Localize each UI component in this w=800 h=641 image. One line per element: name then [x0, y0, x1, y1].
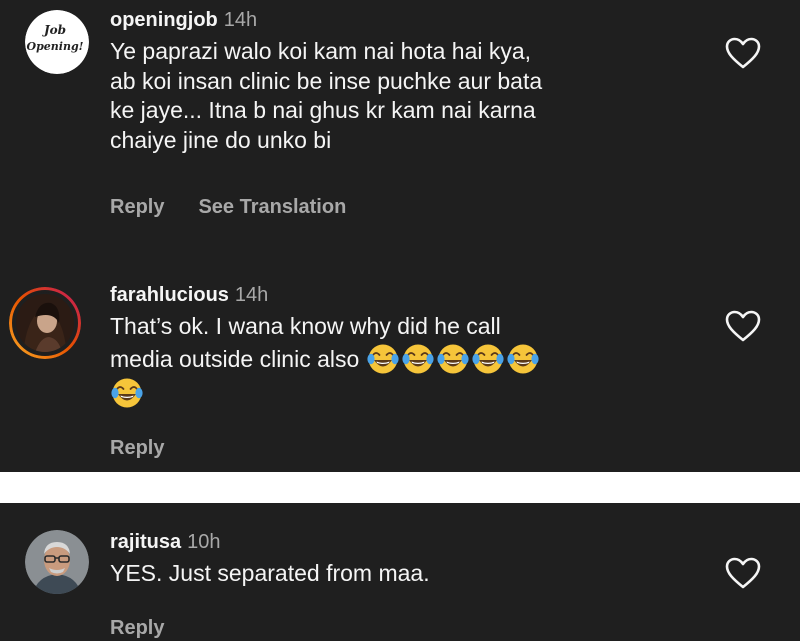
comment-actions: Reply [110, 617, 164, 640]
comment-rajitusa: rajitusa 10h YES. Just separated from maa… [110, 530, 700, 589]
avatar-logo-line-1: Job [42, 23, 66, 37]
avatar-logo-line-2: Opening! [27, 40, 84, 53]
avatar-farahlucious[interactable] [9, 287, 81, 359]
comment-line: That’s ok. I wana know why did he call [110, 313, 501, 339]
face-with-tears-of-joy-icon [471, 342, 505, 376]
timestamp: 14h [223, 9, 258, 31]
comment-line: Ye paprazi walo koi kam nai hota hai kya… [110, 38, 532, 64]
comment-meta: rajitusa 10h [110, 530, 700, 554]
comment-openingjob: openingjob 14h Ye paprazi walo koi kam na… [110, 8, 700, 155]
comment-line: YES. Just separated from maa. [110, 560, 430, 586]
face-with-tears-of-joy-icon [436, 342, 470, 376]
comment-meta: farahlucious 14h [110, 283, 700, 307]
comment-farahlucious: farahlucious 14h That’s ok. I wana know w… [110, 283, 700, 410]
reply-button[interactable]: Reply [110, 196, 164, 218]
reply-button[interactable]: Reply [110, 617, 164, 639]
comment-actions: Reply [110, 437, 164, 460]
timestamp: 10h [187, 531, 221, 553]
face-with-tears-of-joy-icon [366, 342, 400, 376]
username[interactable]: rajitusa [110, 531, 181, 553]
timestamp: 14h [234, 284, 269, 306]
avatar-rajitusa[interactable] [25, 530, 89, 594]
heart-outline-icon[interactable] [725, 37, 761, 69]
avatar-openingjob[interactable]: Job Opening! [25, 10, 89, 74]
comment-line-with-emoji: media outside clinic also [110, 342, 700, 376]
comment-line: ke jaye... Itna b nai ghus kr kam nai ka… [110, 97, 536, 123]
reply-button[interactable]: Reply [110, 437, 164, 459]
face-with-tears-of-joy-icon [506, 342, 540, 376]
see-translation-button[interactable]: See Translation [198, 196, 346, 218]
comment-text: That’s ok. I wana know why did he call m… [110, 312, 700, 410]
comment-meta: openingjob 14h [110, 8, 700, 32]
face-with-tears-of-joy-icon [401, 342, 435, 376]
comment-line-emoji [110, 376, 700, 410]
comment-line: chaiye jine do unko bi [110, 126, 332, 153]
heart-outline-icon[interactable] [725, 310, 761, 342]
comment-text: YES. Just separated from maa. [110, 559, 700, 589]
comment-line: ab koi insan clinic be inse puchke aur b… [110, 67, 543, 94]
face-with-tears-of-joy-icon [110, 376, 144, 410]
comment-line: media outside clinic also [110, 345, 360, 372]
comment-actions: Reply See Translation [110, 196, 346, 219]
username[interactable]: farahlucious [110, 284, 229, 306]
heart-outline-icon[interactable] [725, 557, 761, 589]
comment-text: Ye paprazi walo koi kam nai hota hai kya… [110, 37, 700, 155]
username[interactable]: openingjob [110, 9, 218, 31]
